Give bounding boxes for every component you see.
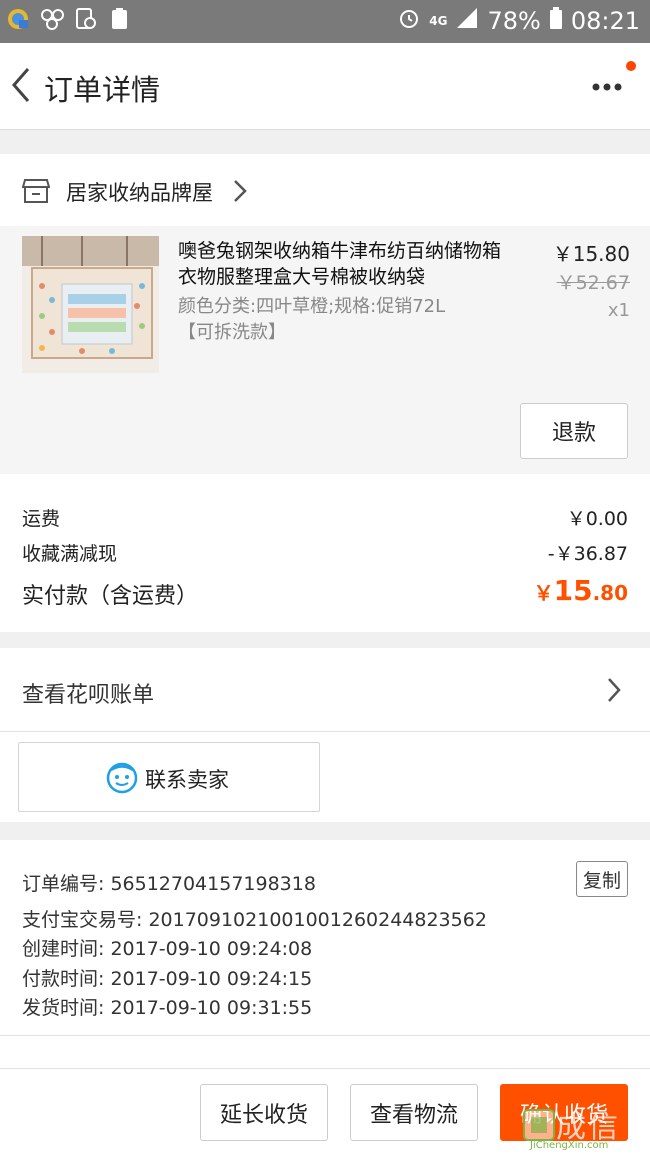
clipboard-notification-icon	[108, 7, 132, 31]
copy-button[interactable]: 复制	[576, 861, 628, 897]
product-price: ￥15.80	[552, 242, 630, 266]
total-decimal: .80	[592, 581, 628, 605]
paid-time: 付款时间: 2017-09-10 09:24:15	[22, 968, 313, 990]
order-item[interactable]: 噢爸兔钢架收纳箱牛津布纺百纳储物箱衣物服整理盒大号棉被收纳袋 颜色分类:四叶草橙…	[0, 226, 650, 474]
extend-receipt-button[interactable]: 延长收货	[200, 1084, 328, 1141]
battery-icon	[549, 6, 563, 36]
system-status: 4G 78% 08:21	[397, 6, 640, 36]
signal-icon	[455, 6, 479, 36]
nav-bar: 订单详情	[0, 43, 650, 130]
battery-percent: 78%	[487, 7, 541, 35]
contact-section: 联系卖家	[0, 732, 650, 822]
shipped-time: 发货时间: 2017-09-10 09:31:55	[22, 997, 313, 1019]
discount-row: 收藏满减现 -￥36.87	[22, 539, 628, 566]
back-icon[interactable]	[6, 65, 36, 105]
network-type: 4G	[429, 14, 448, 28]
app-notification-icon	[6, 7, 30, 31]
product-sku: 颜色分类:四叶草橙;规格:促销72L【可拆洗款】	[178, 296, 446, 343]
fee-summary: 运费 ￥0.00 收藏满减现 -￥36.87 实付款（含运费） ￥15.80	[0, 474, 650, 632]
view-logistics-button[interactable]: 查看物流	[350, 1084, 478, 1141]
store-icon	[21, 178, 51, 204]
total-value: ￥15.80	[534, 574, 628, 607]
cluster-notification-icon	[40, 7, 64, 31]
total-label: 实付款（含运费）	[22, 584, 199, 609]
clock-file-notification-icon	[74, 7, 98, 31]
order-info: 订单编号: 56512704157198318 复制 支付宝交易号: 20170…	[0, 840, 650, 1036]
product-thumbnail[interactable]	[22, 236, 159, 373]
huabei-label: 查看花呗账单	[22, 683, 155, 708]
notification-dot	[626, 61, 636, 71]
site-watermark: 成信 JiChengXin.com	[520, 1100, 650, 1155]
chat-bubble-icon	[105, 761, 139, 795]
huabei-bill-row[interactable]: 查看花呗账单	[0, 648, 650, 732]
watermark-logo-icon	[523, 1109, 555, 1141]
discount-label: 收藏满减现	[22, 543, 118, 565]
alipay-trade-number: 支付宝交易号: 2017091021001001260244823562	[22, 909, 487, 931]
discount-value: -￥36.87	[547, 543, 628, 565]
shipping-label: 运费	[22, 508, 61, 530]
clock-time: 08:21	[570, 7, 640, 35]
created-time: 创建时间: 2017-09-10 09:24:08	[22, 938, 313, 960]
total-currency: ￥	[533, 581, 554, 605]
notification-icons	[6, 7, 132, 31]
spacer	[0, 1036, 650, 1068]
shipping-row: 运费 ￥0.00	[22, 504, 628, 531]
alarm-icon	[397, 6, 421, 36]
order-number: 订单编号: 56512704157198318	[22, 873, 316, 895]
status-bar: 4G 78% 08:21	[0, 0, 650, 43]
page-title: 订单详情	[44, 73, 161, 107]
original-price: ￥52.67	[556, 272, 630, 294]
shop-row[interactable]: 居家收纳品牌屋	[0, 154, 650, 226]
more-icon[interactable]	[590, 73, 624, 101]
chevron-right-icon	[606, 676, 622, 704]
contact-seller-label: 联系卖家	[145, 768, 229, 792]
contact-seller-button[interactable]: 联系卖家	[18, 742, 320, 812]
total-integer: 15	[553, 574, 593, 607]
total-row: 实付款（含运费） ￥15.80	[22, 574, 628, 610]
shipping-value: ￥0.00	[566, 508, 628, 530]
shop-name: 居家收纳品牌屋	[66, 181, 213, 205]
chevron-right-icon	[232, 178, 248, 204]
refund-button[interactable]: 退款	[520, 403, 628, 459]
product-title[interactable]: 噢爸兔钢架收纳箱牛津布纺百纳储物箱衣物服整理盒大号棉被收纳袋	[178, 238, 508, 290]
product-quantity: x1	[607, 300, 630, 321]
watermark-url: JiChengXin.com	[530, 1140, 609, 1151]
